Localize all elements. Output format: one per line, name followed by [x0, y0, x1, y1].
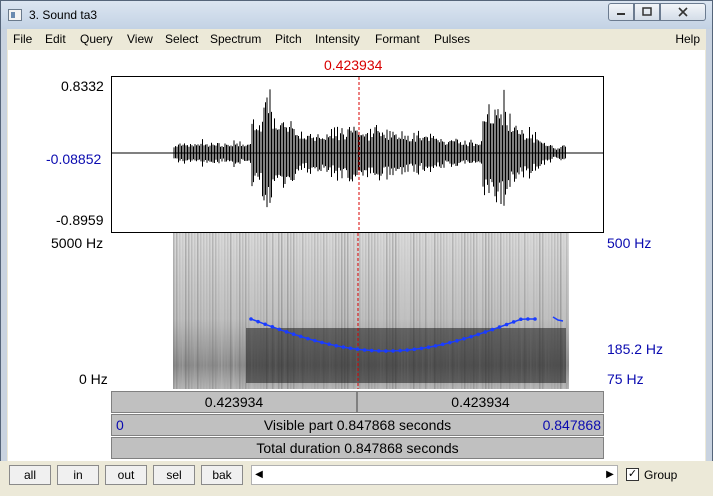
- pitch-point: [490, 327, 495, 332]
- zoom-out-button[interactable]: out: [105, 465, 147, 485]
- waveform-max-label: 0.8332: [61, 78, 104, 94]
- pitch-point: [384, 349, 388, 353]
- menu-formant[interactable]: Formant: [375, 32, 420, 46]
- pitch-point: [391, 349, 395, 353]
- pitch-point: [327, 342, 331, 347]
- pitch-point: [313, 338, 317, 343]
- horizontal-scrollbar[interactable]: ◀ ▶: [251, 465, 618, 485]
- pitch-point: [334, 343, 338, 348]
- pitch-point: [469, 334, 473, 339]
- scroll-left-icon[interactable]: ◀: [252, 466, 266, 484]
- pitch-point: [419, 346, 424, 351]
- maximize-button[interactable]: [634, 3, 660, 21]
- minimize-button[interactable]: [608, 3, 634, 21]
- pitch-point: [341, 345, 346, 349]
- close-icon: [678, 7, 688, 17]
- menu-select[interactable]: Select: [165, 32, 198, 46]
- menu-intensity[interactable]: Intensity: [315, 32, 360, 46]
- pitch-point: [362, 348, 367, 352]
- pitch-point: [306, 336, 310, 341]
- menu-spectrum[interactable]: Spectrum: [210, 32, 261, 46]
- waveform-min-label: -0.8959: [56, 212, 104, 228]
- menu-help[interactable]: Help: [675, 32, 700, 46]
- menu-view[interactable]: View: [127, 32, 153, 46]
- spectrogram-panel[interactable]: [111, 233, 604, 389]
- pitch-point: [533, 317, 537, 321]
- zoom-selection-button[interactable]: sel: [153, 465, 195, 485]
- pitch-top-label: 500 Hz: [607, 235, 652, 251]
- waveform-panel[interactable]: [111, 76, 604, 233]
- menu-pulses[interactable]: Pulses: [434, 32, 470, 46]
- spectrogram-top-freq: 5000 Hz: [51, 235, 104, 251]
- pitch-point: [504, 322, 509, 327]
- pitch-point: [298, 334, 303, 339]
- pitch-point: [476, 332, 481, 337]
- pitch-point: [284, 330, 289, 334]
- pitch-mid-label: 185.2 Hz: [607, 341, 664, 357]
- menu-file[interactable]: File: [13, 32, 32, 46]
- menu-edit[interactable]: Edit: [45, 32, 66, 46]
- pitch-point: [526, 317, 530, 321]
- waveform-plot: [112, 77, 603, 232]
- pitch-point: [440, 342, 445, 347]
- pitch-point: [448, 340, 452, 345]
- scroll-right-icon[interactable]: ▶: [603, 466, 617, 484]
- menu-pitch[interactable]: Pitch: [275, 32, 302, 46]
- close-button[interactable]: [660, 3, 706, 21]
- zoom-back-button[interactable]: bak: [201, 465, 243, 485]
- pitch-point: [426, 345, 431, 350]
- pitch-point: [270, 325, 275, 329]
- selection-left-segment[interactable]: 0.423934: [111, 391, 357, 413]
- zoom-in-button[interactable]: in: [57, 465, 99, 485]
- total-duration-bar[interactable]: Total duration 0.847868 seconds: [111, 437, 604, 459]
- pitch-point: [519, 317, 523, 322]
- spectrogram-plot: [173, 233, 569, 389]
- pitch-point: [277, 327, 282, 332]
- spectrogram-bottom-freq: 0 Hz: [79, 371, 108, 387]
- title-bar[interactable]: 3. Sound ta3: [1, 1, 712, 29]
- pitch-point: [405, 348, 410, 352]
- cursor-time-label: 0.423934: [324, 57, 383, 73]
- visible-part-text: Visible part 0.847868 seconds: [263, 417, 452, 433]
- menu-bar: File Edit Query View Select Spectrum Pit…: [7, 29, 706, 49]
- pitch-point: [497, 325, 502, 329]
- waveform-trace: [173, 89, 566, 208]
- pitch-point: [412, 347, 417, 352]
- waveform-zero-label: -0.08852: [46, 151, 102, 167]
- window-app-icon: [8, 9, 22, 21]
- pitch-point: [377, 349, 381, 353]
- spectrogram-stripes: [173, 233, 569, 389]
- window-title: 3. Sound ta3: [29, 8, 98, 22]
- selection-right-segment[interactable]: 0.423934: [357, 391, 604, 413]
- pitch-point: [455, 339, 459, 343]
- pitch-point: [320, 340, 324, 345]
- maximize-icon: [642, 7, 652, 16]
- pitch-point: [398, 348, 402, 353]
- visible-end-time: 0.847868: [542, 417, 601, 433]
- pitch-point: [433, 344, 438, 348]
- pitch-point: [263, 322, 267, 327]
- pitch-point: [355, 347, 360, 352]
- pitch-point: [291, 332, 296, 336]
- menu-query[interactable]: Query: [80, 32, 113, 46]
- pitch-bottom-label: 75 Hz: [607, 371, 644, 387]
- minimize-icon: [617, 13, 625, 15]
- visible-part-bar[interactable]: 0 Visible part 0.847868 seconds 0.847868: [111, 414, 604, 436]
- pitch-point: [483, 330, 488, 334]
- pitch-point: [256, 319, 260, 324]
- pitch-point: [511, 320, 516, 324]
- pitch-point: [462, 337, 466, 341]
- pitch-point: [348, 346, 353, 351]
- zoom-all-button[interactable]: all: [9, 465, 51, 485]
- group-checkbox-label: Group: [644, 468, 678, 482]
- group-checkbox[interactable]: ✓: [626, 468, 639, 481]
- pitch-point: [369, 348, 374, 353]
- pitch-point: [249, 317, 253, 321]
